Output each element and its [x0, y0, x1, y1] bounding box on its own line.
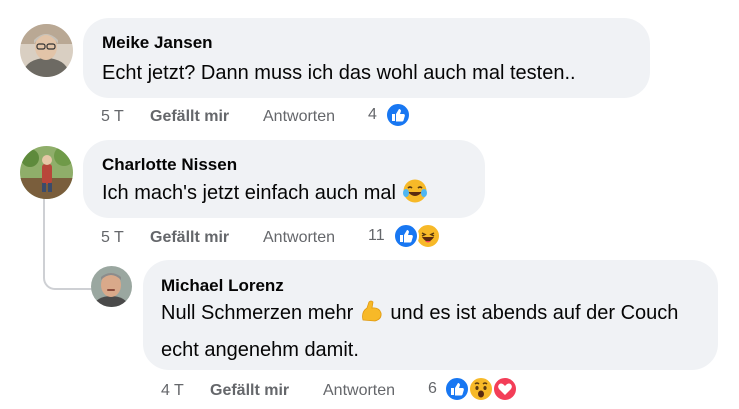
reply-button[interactable]: Antworten	[263, 227, 335, 249]
comment-timestamp[interactable]: 5 T	[101, 227, 124, 249]
tears-of-joy-emoji	[402, 178, 428, 214]
avatar[interactable]	[20, 146, 73, 199]
comment-author[interactable]: Michael Lorenz	[161, 276, 284, 296]
thread-connector-line	[43, 198, 93, 290]
comment-text: Echt jetzt? Dann muss ich das wohl auch …	[102, 62, 576, 84]
reply-button[interactable]: Antworten	[263, 106, 335, 128]
like-button[interactable]: Gefällt mir	[150, 227, 229, 249]
comment-bubble: Meike Jansen Echt jetzt? Dann muss ich d…	[83, 18, 650, 98]
comment-timestamp[interactable]: 5 T	[101, 106, 124, 128]
like-button[interactable]: Gefällt mir	[210, 380, 289, 402]
flexed-biceps-emoji	[359, 298, 385, 334]
comment-bubble: Charlotte Nissen Ich mach's jetzt einfac…	[83, 140, 485, 218]
reaction-summary[interactable]: 6	[428, 376, 528, 404]
reaction-count: 11	[368, 227, 385, 244]
comment-bubble: Michael Lorenz Null Schmerzen mehr und e…	[143, 260, 718, 370]
reaction-summary[interactable]: 11	[368, 223, 448, 251]
reply-button[interactable]: Antworten	[323, 380, 395, 402]
like-icon	[393, 223, 419, 249]
reaction-count: 4	[368, 106, 377, 123]
wow-icon	[468, 376, 494, 402]
comment-author[interactable]: Charlotte Nissen	[102, 155, 237, 175]
comment-text: Ich mach's jetzt einfach auch mal	[102, 177, 428, 214]
comment-author[interactable]: Meike Jansen	[102, 33, 213, 53]
comment-text-content: Null Schmerzen mehr	[161, 302, 354, 324]
comment-text: Null Schmerzen mehr und es ist abends au…	[161, 297, 701, 366]
avatar[interactable]	[20, 24, 73, 77]
like-button[interactable]: Gefällt mir	[150, 106, 229, 128]
reaction-count: 6	[428, 380, 437, 397]
comment-timestamp[interactable]: 4 T	[161, 380, 184, 402]
comment-text-content: Ich mach's jetzt einfach auch mal	[102, 182, 396, 204]
like-icon	[385, 102, 411, 128]
love-icon	[492, 376, 518, 402]
avatar[interactable]	[91, 266, 132, 307]
like-icon	[444, 376, 470, 402]
reaction-summary[interactable]: 4	[368, 102, 418, 130]
